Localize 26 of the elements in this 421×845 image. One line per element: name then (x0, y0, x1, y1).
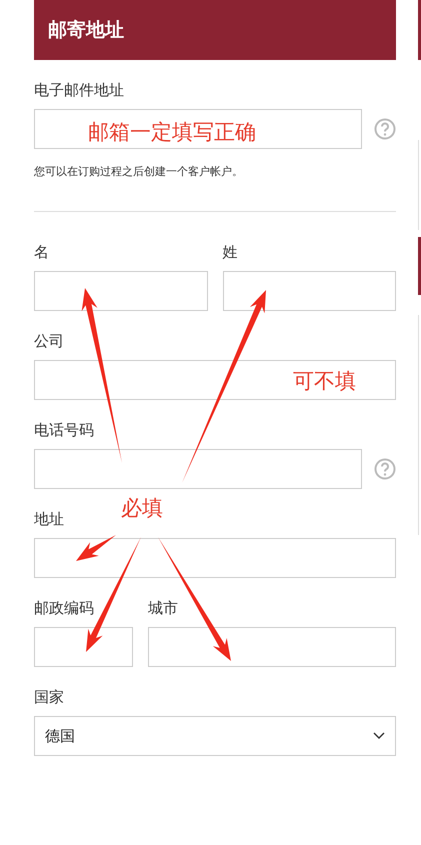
side-panel-header (418, 0, 421, 60)
chevron-down-icon (373, 732, 385, 740)
section-title: 邮寄地址 (34, 0, 396, 60)
field-label: 电子邮件地址 (34, 80, 125, 100)
annotation-text: 必填 (121, 498, 163, 519)
field-label: 姓 (222, 242, 238, 262)
input-field[interactable] (34, 271, 208, 311)
field-label: 公司 (34, 331, 65, 351)
input-field[interactable] (34, 449, 362, 489)
field-label: 邮政编码 (34, 598, 95, 618)
country-select[interactable]: 德国 (34, 716, 396, 756)
input-field[interactable] (34, 360, 396, 400)
input-field[interactable] (222, 271, 396, 311)
annotation-text: 可不填 (293, 371, 356, 392)
email-field[interactable] (34, 109, 362, 149)
field-label: 电话号码 (34, 420, 95, 440)
field-label: 名 (34, 242, 50, 262)
hint-text: 您可以在订购过程之后创建一个客户帐户。 (34, 164, 244, 179)
input-field[interactable] (34, 627, 133, 667)
field-label: 城市 (148, 598, 179, 618)
annotation-text: 邮箱一定填写正确 (88, 122, 256, 143)
input-field[interactable] (34, 538, 396, 578)
field-label: 国家 (34, 687, 65, 707)
field-label: 地址 (34, 509, 65, 529)
side-panel-header (418, 237, 421, 295)
input-field[interactable] (148, 627, 396, 667)
